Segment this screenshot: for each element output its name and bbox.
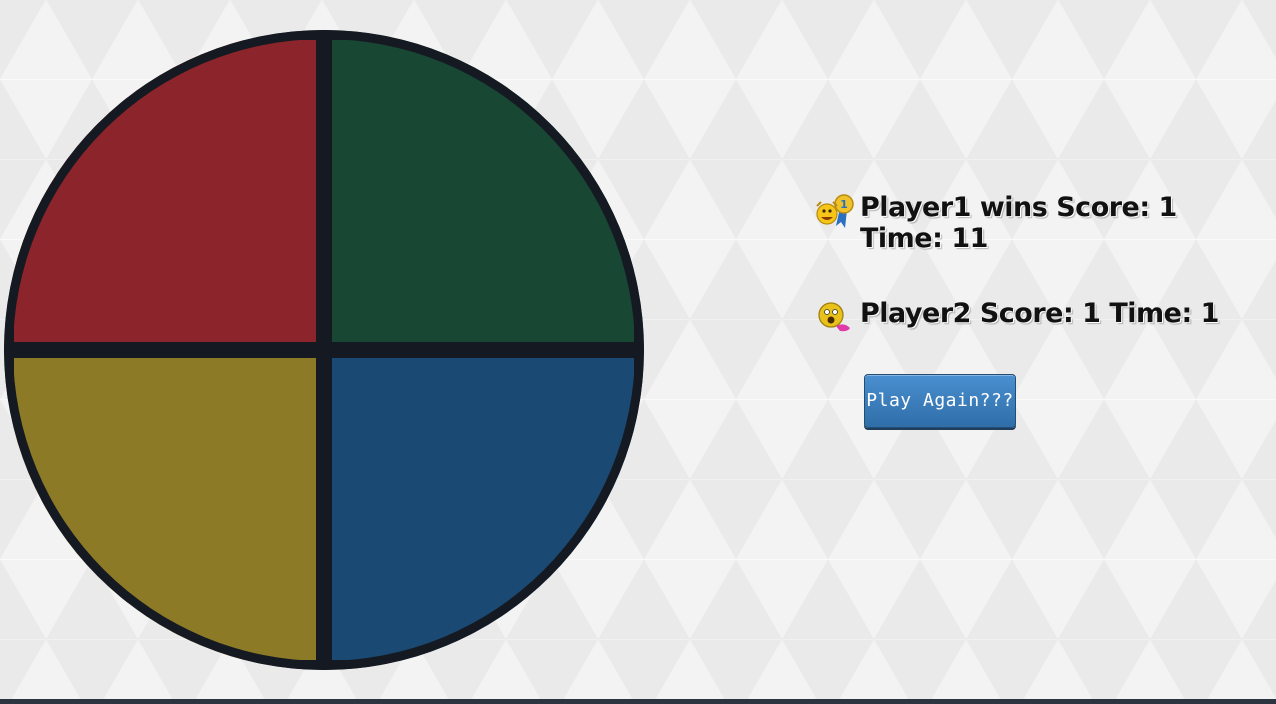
svg-text:1: 1: [840, 198, 848, 211]
results-panel: 1 Player1 wins Score: 1 Time: 11 Player2…: [814, 192, 1264, 428]
play-again-button[interactable]: Play Again???: [864, 374, 1016, 428]
simon-game-board: [4, 30, 644, 670]
blue-quadrant-button[interactable]: [332, 358, 634, 660]
loser-face-icon: [818, 302, 850, 332]
green-quadrant-button[interactable]: [332, 40, 634, 342]
winner-medal-icon: 1: [816, 194, 854, 228]
player1-result-line2: Time: 11: [860, 223, 988, 254]
red-quadrant-button[interactable]: [14, 40, 316, 342]
yellow-quadrant-button[interactable]: [14, 358, 316, 660]
player2-result: Player2 Score: 1 Time: 1: [814, 298, 1264, 338]
player1-result: 1 Player1 wins Score: 1 Time: 11: [814, 192, 1264, 254]
player2-result-line1: Player2 Score: 1 Time: 1: [860, 298, 1219, 329]
player1-result-line1: Player1 wins Score: 1: [860, 192, 1177, 223]
bottom-bar: [0, 699, 1276, 704]
